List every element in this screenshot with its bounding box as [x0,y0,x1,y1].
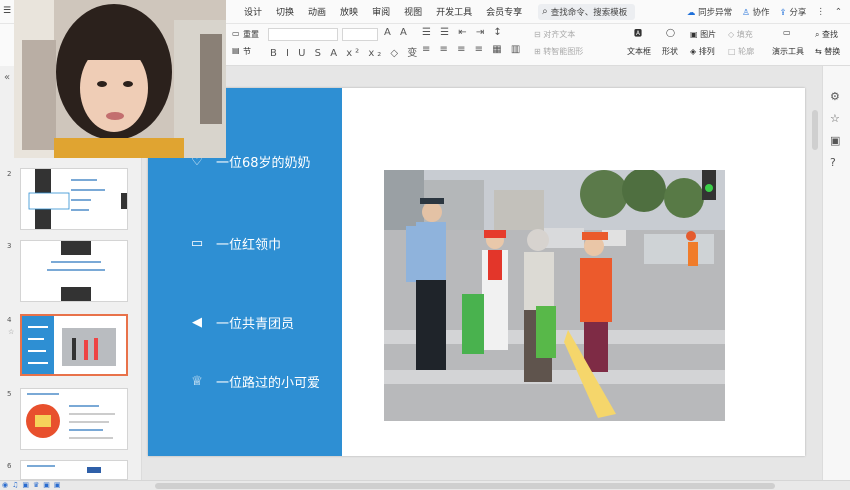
slide-number-4: 4 [7,316,12,324]
webcam-overlay [14,0,226,158]
convert-smartart-button[interactable]: ⊞ 转智能图形 [534,46,583,57]
outline-button[interactable]: □ 轮廓 [728,46,754,57]
user-icon: ♙ [742,8,750,18]
reset-button[interactable]: 重置 [243,29,259,40]
replace-button[interactable]: ⇆ 替换 [815,46,840,57]
fill-button[interactable]: ◇ 填充 [728,29,753,40]
slide-thumbnail-3[interactable] [20,240,128,302]
sync-status[interactable]: ☁ 同步异常 [687,6,732,18]
find-label: 查找 [822,30,839,39]
street-crossing-photo [384,170,725,421]
slide-item-2-text: 一位红领巾 [216,237,282,253]
thumbnail-6-graphic [27,465,101,473]
thumbnail-3-graphic [47,241,105,301]
menu-slideshow[interactable]: 放映 [340,5,358,18]
search-placeholder: 查找命令、搜索模板 [550,7,628,18]
slide-item-3-text: 一位共青团员 [216,316,295,332]
sync-label: 同步异常 [698,8,733,18]
properties-icon[interactable]: ⚙ [830,90,840,103]
cloud-icon: ☁ [686,8,696,18]
section-icon[interactable]: ▤ [232,46,240,55]
font-family-select[interactable] [268,28,338,41]
align-text-button[interactable]: ⊟ 对齐文本 [534,29,575,40]
horizontal-scrollbar[interactable] [155,483,775,489]
picture-label: 图片 [700,30,717,39]
megaphone-icon: ◀ [192,314,202,330]
arrange-button[interactable]: ◈ 排列 [690,46,715,57]
collapse-ribbon-icon[interactable]: ⌃ [835,7,842,17]
menu-transition[interactable]: 切换 [276,5,294,18]
layout-icon[interactable]: ▭ [232,29,240,38]
menu-developer[interactable]: 开发工具 [436,5,472,18]
help-icon[interactable]: ? [830,156,836,169]
command-search[interactable]: ⌕ 查找命令、搜索模板 [538,3,636,20]
outline-label: 轮廓 [738,47,755,56]
current-slide[interactable]: ♡ 一位68岁的奶奶 ▭ 一位红领巾 ◀ 一位共青团员 ♕ 一位路过的小可爱 [148,88,805,456]
convert-smartart-label: 转智能图形 [543,47,584,56]
search-icon: ⌕ [542,6,548,17]
slide-item-4[interactable]: ♕ 一位路过的小可爱 [186,370,320,392]
font-size-buttons[interactable]: A A [384,27,410,38]
collab-button[interactable]: ♙ 协作 [742,6,769,18]
animation-star-icon: ☆ [8,328,15,336]
slide-number-6: 6 [7,462,12,470]
menu-review[interactable]: 审阅 [372,5,390,18]
present-tools-icon: ▭ [783,28,791,37]
more-menu-icon[interactable]: ⋮ [816,7,825,17]
menu-right-group: ☁ 同步异常 ♙ 协作 ⇪ 分享 ⋮ ⌃ [687,0,842,24]
present-tools-button[interactable]: 演示工具 [772,46,804,57]
font-size-select[interactable] [342,28,378,41]
slide-thumbnail-2[interactable] [20,168,128,230]
slide-thumbnail-4[interactable] [20,314,128,376]
status-icons[interactable]: ◉♫▣♛▣▣ [2,481,65,489]
thumbnail-5-graphic [26,393,115,439]
section-button[interactable]: 节 [243,46,251,57]
trophy-icon: ♕ [191,373,203,389]
id-card-icon: ▭ [190,235,204,251]
list-buttons[interactable]: ☰ ☰ ⇤ ⇥ ↕ [422,27,505,38]
slide-item-3[interactable]: ◀ 一位共青团员 [186,311,294,333]
menu-design[interactable]: 设计 [244,5,262,18]
slide-thumbnail-6[interactable] [20,460,128,480]
thumbnail-4-graphic [22,316,116,374]
collab-label: 协作 [752,8,770,18]
status-bar: ◉♫▣♛▣▣ [0,480,850,490]
arrange-label: 排列 [698,47,715,56]
slide-number-3: 3 [7,242,12,250]
vertical-scrollbar[interactable] [812,110,818,150]
app-menu-icon[interactable]: ☰ [3,6,11,16]
shape-button[interactable]: 形状 [662,46,678,57]
textbox-icon: 🅰 [634,29,642,38]
align-text-label: 对齐文本 [543,30,576,39]
find-button[interactable]: ⌕ 查找 [815,29,838,40]
slide-number-5: 5 [7,390,12,398]
fill-label: 填充 [736,30,753,39]
replace-label: 替换 [824,47,841,56]
menu-member[interactable]: 会员专享 [486,5,522,18]
menu-animation[interactable]: 动画 [308,5,326,18]
slide-item-2[interactable]: ▭ 一位红领巾 [186,232,281,254]
text-format-buttons[interactable]: B I U S A x² x₂ ◇ 变 [270,44,420,59]
share-icon: ⇪ [779,8,787,18]
slide-thumbnail-5[interactable] [20,388,128,450]
thumbnail-2-graphic [28,169,127,229]
slide-number-2: 2 [7,170,12,178]
presenter-video [14,0,226,158]
share-button[interactable]: ⇪ 分享 [780,6,807,18]
slide-item-1-text: 一位68岁的奶奶 [216,155,311,171]
share-label: 分享 [789,8,807,18]
textbox-button[interactable]: 文本框 [627,46,651,57]
align-buttons[interactable]: ≡ ≡ ≡ ≡ ▦ ▥ [422,44,523,55]
animation-icon[interactable]: ☆ [830,112,840,125]
collapse-panel-icon[interactable]: « [4,72,10,83]
slide-photo[interactable] [384,170,725,421]
app-menu-column: ☰ [0,6,14,66]
right-side-panel: ⚙ ☆ ▣ ? [822,66,850,480]
shape-icon: ◯ [666,28,675,37]
picture-button[interactable]: ▣ 图片 [690,29,716,40]
slide-item-4-text: 一位路过的小可爱 [216,375,321,391]
slide-design-icon[interactable]: ▣ [830,134,840,147]
menu-view[interactable]: 视图 [404,5,422,18]
